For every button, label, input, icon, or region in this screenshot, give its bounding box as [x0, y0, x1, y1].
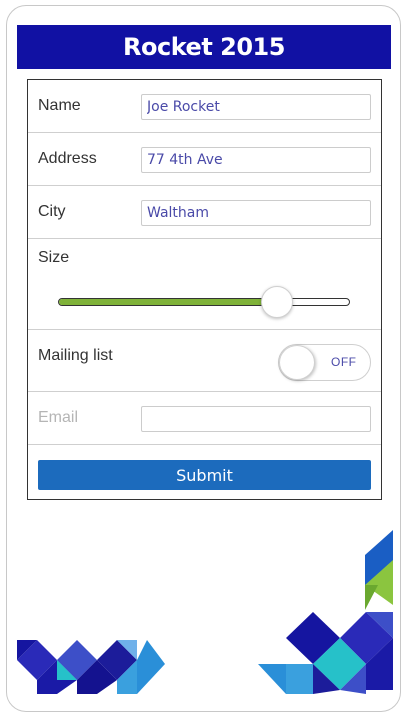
decorative-pattern-left	[17, 640, 165, 694]
toggle-knob	[279, 345, 315, 380]
city-input[interactable]	[141, 200, 371, 226]
form-row-name: Name	[28, 80, 381, 133]
address-label: Address	[38, 150, 97, 167]
signup-form: Name Address City Size Mailing list OFF …	[27, 79, 382, 500]
city-label: City	[38, 203, 66, 220]
size-slider-thumb[interactable]	[261, 286, 293, 318]
app-title: Rocket 2015	[123, 33, 285, 61]
size-slider-fill	[59, 299, 277, 305]
form-row-email: Email	[28, 392, 381, 445]
decorative-pattern-right	[258, 530, 393, 694]
mailing-list-toggle[interactable]: OFF	[278, 344, 371, 381]
size-label: Size	[38, 249, 70, 266]
form-row-address: Address	[28, 133, 381, 186]
toggle-state-text: OFF	[331, 355, 357, 369]
form-row-mailing-list: Mailing list OFF	[28, 330, 381, 392]
form-row-city: City	[28, 186, 381, 239]
size-slider-track[interactable]	[58, 298, 350, 306]
email-input[interactable]	[141, 406, 371, 432]
form-row-size: Size	[28, 239, 381, 330]
title-bar: Rocket 2015	[17, 25, 391, 69]
name-label: Name	[38, 97, 81, 114]
name-input[interactable]	[141, 94, 371, 120]
email-label: Email	[38, 409, 79, 426]
address-input[interactable]	[141, 147, 371, 173]
mailing-list-label: Mailing list	[38, 347, 113, 364]
submit-button[interactable]: Submit	[38, 460, 371, 490]
